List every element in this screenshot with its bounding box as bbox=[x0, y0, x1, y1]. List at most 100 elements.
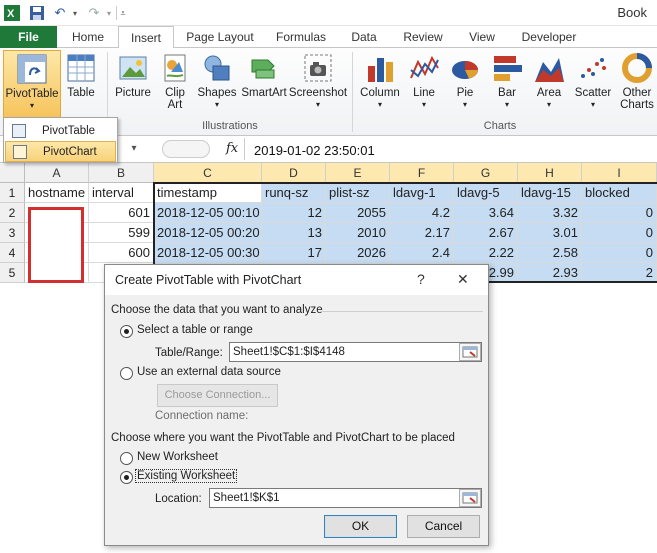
row-header-1[interactable]: 1 bbox=[0, 183, 25, 203]
help-icon[interactable]: ? bbox=[417, 271, 425, 287]
pie-label: Pie bbox=[456, 87, 474, 99]
table-range-input[interactable]: Sheet1!$C$1:$I$4148 bbox=[229, 342, 482, 362]
scatter-label: Scatter bbox=[574, 87, 612, 99]
tab-insert[interactable]: Insert bbox=[118, 26, 174, 49]
create-pivottable-dialog: Create PivotTable with PivotChart ? ✕ Ch… bbox=[104, 264, 489, 546]
screenshot-dropdown-icon: ▾ bbox=[315, 100, 320, 109]
scatter-chart-button[interactable]: Scatter ▾ bbox=[571, 50, 615, 122]
select-all-corner[interactable] bbox=[0, 163, 25, 183]
ok-button[interactable]: OK bbox=[324, 515, 397, 538]
column-header-b[interactable]: B bbox=[89, 163, 154, 183]
column-header-h[interactable]: H bbox=[518, 163, 582, 183]
location-input[interactable]: Sheet1!$K$1 bbox=[209, 488, 482, 508]
pivotchart-small-icon bbox=[13, 144, 27, 159]
cell-b4[interactable]: 600 bbox=[89, 243, 154, 263]
cancel-button[interactable]: Cancel bbox=[407, 515, 480, 538]
tab-file[interactable]: File bbox=[0, 26, 57, 48]
redo-dropdown-icon[interactable]: ▾ bbox=[104, 3, 114, 23]
undo-icon[interactable]: ↶ bbox=[50, 3, 70, 23]
insert-function-icon[interactable]: fx bbox=[226, 141, 238, 156]
table-icon bbox=[65, 52, 97, 84]
row-header-4[interactable]: 4 bbox=[0, 243, 25, 263]
shapes-button[interactable]: Shapes ▾ bbox=[195, 50, 239, 122]
cell-b2[interactable]: 601 bbox=[89, 203, 154, 223]
picture-button[interactable]: Picture bbox=[112, 50, 154, 122]
svg-text:X: X bbox=[7, 8, 15, 20]
menu-item-pivottable[interactable]: PivotTable bbox=[5, 120, 116, 141]
scatter-dropdown-icon: ▾ bbox=[590, 100, 595, 109]
pivottable-small-icon bbox=[12, 123, 26, 138]
new-worksheet-label[interactable]: New Worksheet bbox=[137, 451, 218, 463]
tab-view[interactable]: View bbox=[460, 26, 504, 48]
section-rule bbox=[321, 311, 483, 312]
bar-chart-icon bbox=[491, 52, 523, 84]
area-dropdown-icon: ▾ bbox=[546, 100, 551, 109]
tab-page-layout[interactable]: Page Layout bbox=[180, 26, 260, 48]
column-chart-icon bbox=[364, 52, 396, 84]
other-charts-button[interactable]: Other Charts bbox=[617, 50, 657, 122]
tab-data[interactable]: Data bbox=[342, 26, 386, 48]
section-placement: Choose where you want the PivotTable and… bbox=[111, 432, 455, 444]
column-header-f[interactable]: F bbox=[390, 163, 454, 183]
customize-qat-icon[interactable]: ⩡ bbox=[118, 3, 128, 23]
tab-developer[interactable]: Developer bbox=[514, 26, 584, 48]
column-header-g[interactable]: G bbox=[454, 163, 518, 183]
name-box-dropdown-icon[interactable]: ▾ bbox=[120, 140, 148, 158]
illustrations-group-label: Illustrations bbox=[202, 120, 258, 132]
location-picker-button[interactable] bbox=[459, 489, 481, 507]
area-chart-button[interactable]: Area ▾ bbox=[530, 50, 568, 122]
column-header-c[interactable]: C bbox=[154, 163, 262, 183]
choose-connection-button[interactable]: Choose Connection... bbox=[157, 384, 278, 407]
smartart-button[interactable]: SmartArt bbox=[240, 50, 288, 122]
column-label: Column bbox=[360, 87, 400, 99]
clip-art-button[interactable]: Clip Art bbox=[157, 50, 193, 122]
line-chart-button[interactable]: Line ▾ bbox=[405, 50, 443, 122]
excel-logo-icon: X bbox=[4, 3, 20, 23]
select-table-label[interactable]: Select a table or range bbox=[137, 324, 253, 336]
tab-review[interactable]: Review bbox=[394, 26, 452, 48]
existing-worksheet-label[interactable]: Existing Worksheet bbox=[135, 469, 238, 483]
shapes-label: Shapes bbox=[197, 87, 237, 99]
new-worksheet-radio[interactable] bbox=[120, 452, 133, 465]
existing-worksheet-radio[interactable] bbox=[120, 471, 133, 484]
ribbon-tabs: File Home Insert Page Layout Formulas Da… bbox=[0, 26, 657, 49]
cell-b1[interactable]: interval bbox=[89, 183, 154, 203]
cell-b3[interactable]: 599 bbox=[89, 223, 154, 243]
row-header-2[interactable]: 2 bbox=[0, 203, 25, 223]
close-icon[interactable]: ✕ bbox=[457, 271, 469, 288]
pivottable-button[interactable]: PivotTable ▾ bbox=[3, 50, 61, 118]
menu-item-pivottable-label: PivotTable bbox=[42, 124, 96, 137]
cell-a1[interactable]: hostname bbox=[25, 183, 89, 203]
select-table-radio[interactable] bbox=[120, 325, 133, 338]
column-header-i[interactable]: I bbox=[582, 163, 657, 183]
bar-chart-button[interactable]: Bar ▾ bbox=[488, 50, 526, 122]
table-label: Table bbox=[67, 87, 95, 99]
picture-label: Picture bbox=[115, 87, 151, 99]
column-header-e[interactable]: E bbox=[326, 163, 390, 183]
save-icon[interactable] bbox=[28, 3, 46, 23]
column-header-d[interactable]: D bbox=[262, 163, 326, 183]
undo-dropdown-icon[interactable]: ▾ bbox=[70, 3, 80, 23]
range-picker-button[interactable] bbox=[459, 343, 481, 361]
pivottable-icon bbox=[16, 53, 48, 85]
column-header-a[interactable]: A bbox=[25, 163, 89, 183]
line-label: Line bbox=[413, 87, 435, 99]
tab-formulas[interactable]: Formulas bbox=[268, 26, 334, 48]
smartart-label: SmartArt bbox=[241, 87, 287, 99]
row-header-3[interactable]: 3 bbox=[0, 223, 25, 243]
scatter-chart-icon bbox=[577, 52, 609, 84]
column-chart-button[interactable]: Column ▾ bbox=[357, 50, 403, 122]
row-header-5[interactable]: 5 bbox=[0, 263, 25, 283]
external-source-radio[interactable] bbox=[120, 367, 133, 380]
redo-icon[interactable]: ↷ bbox=[84, 3, 104, 23]
screenshot-button[interactable]: Screenshot ▾ bbox=[288, 50, 348, 122]
column-dropdown-icon: ▾ bbox=[377, 100, 382, 109]
external-source-label[interactable]: Use an external data source bbox=[137, 366, 281, 378]
menu-item-pivotchart[interactable]: PivotChart bbox=[5, 141, 116, 162]
shapes-icon bbox=[201, 52, 233, 84]
bar-label: Bar bbox=[498, 87, 516, 99]
tab-home[interactable]: Home bbox=[62, 26, 114, 48]
formula-input[interactable]: 2019-01-02 23:50:01 bbox=[254, 143, 375, 158]
table-button[interactable]: Table bbox=[63, 50, 99, 122]
pie-chart-button[interactable]: Pie ▾ bbox=[446, 50, 484, 122]
